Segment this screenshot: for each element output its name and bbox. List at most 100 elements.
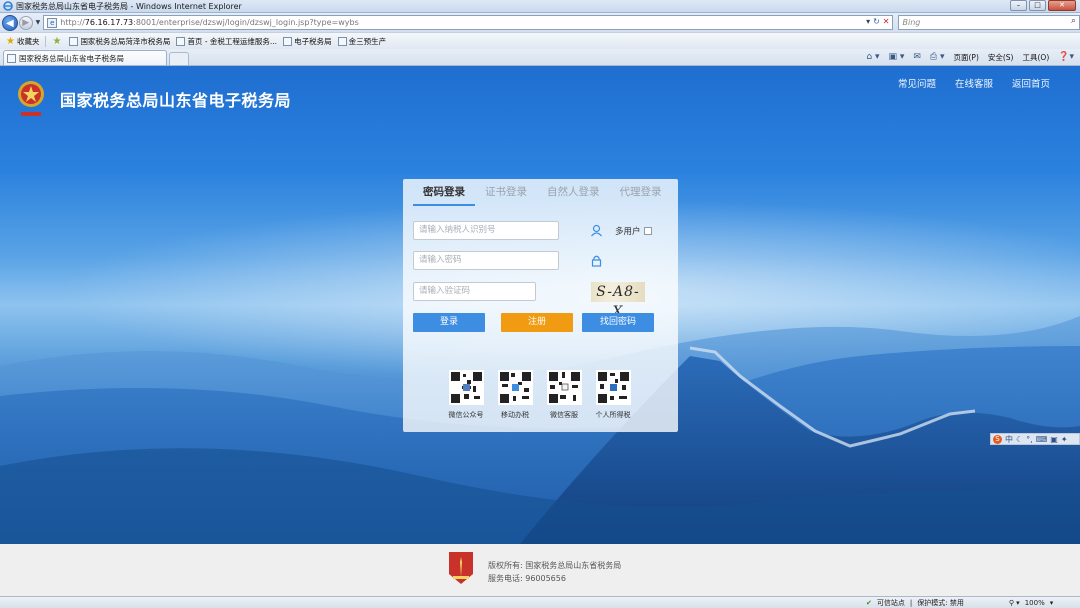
footer-phone: 服务电话: 96005656: [488, 574, 566, 583]
favorite-link[interactable]: 首页 - 金税工程运维服务...: [176, 36, 277, 47]
tax-bureau-emblem-logo: [18, 81, 44, 116]
user-icon: [591, 224, 602, 237]
page-icon: e: [47, 17, 58, 28]
qr-code-icon: [497, 370, 533, 405]
forward-button[interactable]: ▶: [18, 15, 33, 30]
protected-mode-label[interactable]: 保护模式: 禁用: [917, 598, 964, 608]
page-icon: [7, 53, 16, 63]
favorites-label: 收藏夹: [16, 36, 40, 46]
qr-mobile-tax[interactable]: 移动办税: [496, 370, 534, 420]
add-favorite-button[interactable]: ★: [52, 36, 63, 47]
ime-toolbar[interactable]: S 中 ☾ °, ⌨ ▣ ✦: [990, 433, 1080, 445]
register-button[interactable]: 注册: [501, 313, 573, 332]
sogou-ime-icon: S: [993, 434, 1002, 444]
browser-status-bar: ✔ 可信站点 | 保护模式: 禁用 ⚲ ▾ 100% ▾: [0, 596, 1080, 608]
qr-caption: 微信客服: [550, 411, 578, 419]
maximize-button[interactable]: □: [1029, 0, 1046, 11]
add-favorite-icon: ★: [52, 35, 62, 47]
favorites-button[interactable]: ★ 收藏夹: [6, 36, 39, 47]
footer-copyright: 版权所有: 国家税务总局山东省税务局: [488, 561, 622, 570]
menu-tools[interactable]: 工具(O): [1023, 52, 1050, 63]
address-input[interactable]: e http://76.16.17.73:8001/enterprise/dzs…: [43, 15, 893, 30]
settings-icon[interactable]: ✦: [1061, 435, 1068, 444]
favorite-link-label: 首页 - 金税工程运维服务...: [187, 36, 278, 46]
top-navigation: 常见问题 在线客服 返回首页: [898, 76, 1050, 90]
home-icon[interactable]: ⌂ ▾: [866, 52, 879, 62]
menu-safety[interactable]: 安全(S): [988, 52, 1014, 63]
password-input[interactable]: 请输入密码: [413, 251, 559, 270]
help-icon[interactable]: ❓▾: [1058, 52, 1074, 62]
multi-user-checkbox[interactable]: [643, 227, 652, 235]
feeds-icon[interactable]: ▣ ▾: [888, 52, 904, 62]
url-prefix: http://: [60, 18, 85, 27]
search-icon[interactable]: ⌕: [1071, 16, 1076, 26]
search-input[interactable]: Bing ⌕: [897, 15, 1080, 30]
ime-mode-label[interactable]: 中: [1005, 434, 1013, 445]
qr-code-row: 微信公众号 移动办税 微信客服 个人所得税: [447, 370, 632, 420]
favorite-link-label: 金三预生产: [348, 36, 387, 46]
browser-tab-active[interactable]: 国家税务总局山东省电子税务局: [3, 50, 167, 65]
zoom-dropdown-icon[interactable]: ▾: [1050, 599, 1054, 607]
search-placeholder: Bing: [902, 18, 921, 27]
stop-icon[interactable]: ✕: [883, 17, 890, 26]
trusted-zone-icon: ✔: [866, 599, 872, 607]
skin-icon[interactable]: ▣: [1050, 435, 1058, 444]
refresh-icon[interactable]: ↻: [873, 17, 880, 26]
status-divider: |: [909, 599, 913, 607]
multi-user-option[interactable]: 多用户: [615, 225, 652, 237]
favorite-link[interactable]: 金三预生产: [337, 36, 387, 47]
captcha-input[interactable]: 请输入验证码: [413, 282, 536, 301]
favorite-link[interactable]: 国家税务总局菏泽市税务局: [69, 36, 170, 47]
qr-wechat-service[interactable]: 微信客服: [545, 370, 583, 420]
qr-code-icon: [595, 370, 631, 405]
back-button[interactable]: ◀: [2, 14, 18, 31]
moon-icon[interactable]: ☾: [1016, 435, 1023, 444]
punctuation-icon[interactable]: °,: [1026, 435, 1033, 444]
page-icon: [337, 36, 347, 46]
lock-icon: [591, 255, 602, 267]
taxpayer-id-input[interactable]: 请输入纳税人识别号: [413, 221, 559, 240]
recover-password-button[interactable]: 找回密码: [582, 313, 654, 332]
compat-view-icon[interactable]: ▾: [866, 17, 870, 26]
close-window-button[interactable]: ✕: [1048, 0, 1076, 11]
mail-icon[interactable]: ✉: [913, 52, 921, 62]
history-dropdown-icon[interactable]: ▼: [36, 19, 41, 26]
zoom-level[interactable]: 100%: [1025, 599, 1045, 607]
nav-faq-link[interactable]: 常见问题: [898, 76, 936, 90]
nav-home-link[interactable]: 返回首页: [1012, 76, 1050, 90]
captcha-image[interactable]: S-A8-X: [591, 282, 645, 320]
window-title-bar: 国家税务总局山东省电子税务局 - Windows Internet Explor…: [0, 0, 1080, 13]
favorites-bar: ★ 收藏夹 ★ 国家税务总局菏泽市税务局 首页 - 金税工程运维服务... 电子税…: [0, 32, 1080, 49]
tab-certificate-login[interactable]: 证书登录: [475, 184, 537, 206]
new-tab-button[interactable]: [169, 52, 189, 65]
qr-code-icon: [546, 370, 582, 405]
qr-personal-income-tax[interactable]: 个人所得税: [594, 370, 632, 420]
favorites-divider: [45, 35, 47, 47]
zoom-icon[interactable]: ⚲ ▾: [1009, 599, 1020, 607]
security-zone-label[interactable]: 可信站点: [877, 598, 905, 608]
login-tabs: 密码登录 证书登录 自然人登录 代理登录: [413, 184, 673, 206]
url-path: :8001/enterprise/dzswj/login/dzswj_login…: [133, 18, 359, 27]
page-icon: [69, 36, 79, 46]
favorite-link[interactable]: 电子税务局: [283, 36, 332, 47]
site-title: 国家税务总局山东省电子税务局: [60, 91, 292, 110]
url-text[interactable]: http://76.16.17.73:8001/enterprise/dzswj…: [60, 18, 358, 27]
nav-online-service-link[interactable]: 在线客服: [955, 76, 993, 90]
tab-password-login[interactable]: 密码登录: [413, 184, 475, 206]
tab-natural-person-login[interactable]: 自然人登录: [537, 184, 610, 206]
login-button[interactable]: 登录: [413, 313, 485, 332]
tab-agent-login[interactable]: 代理登录: [610, 184, 672, 206]
keyboard-icon[interactable]: ⌨: [1036, 435, 1048, 444]
ie-logo-icon: [3, 1, 13, 11]
window-title: 国家税务总局山东省电子税务局 - Windows Internet Explor…: [16, 1, 242, 11]
menu-page[interactable]: 页面(P): [954, 52, 979, 63]
qr-caption: 移动办税: [501, 411, 529, 419]
page-icon: [176, 36, 186, 46]
favorite-link-label: 电子税务局: [294, 36, 332, 46]
tab-bar: 国家税务总局山东省电子税务局 ⌂ ▾ ▣ ▾ ✉ ⎙ ▾ 页面(P) 安全(S)…: [0, 49, 1080, 66]
print-icon[interactable]: ⎙ ▾: [930, 52, 945, 62]
qr-wechat-official[interactable]: 微信公众号: [447, 370, 485, 420]
minimize-button[interactable]: –: [1010, 0, 1027, 11]
site-footer: 版权所有: 国家税务总局山东省税务局 服务电话: 96005656: [0, 544, 1080, 596]
page-icon: [283, 36, 293, 46]
